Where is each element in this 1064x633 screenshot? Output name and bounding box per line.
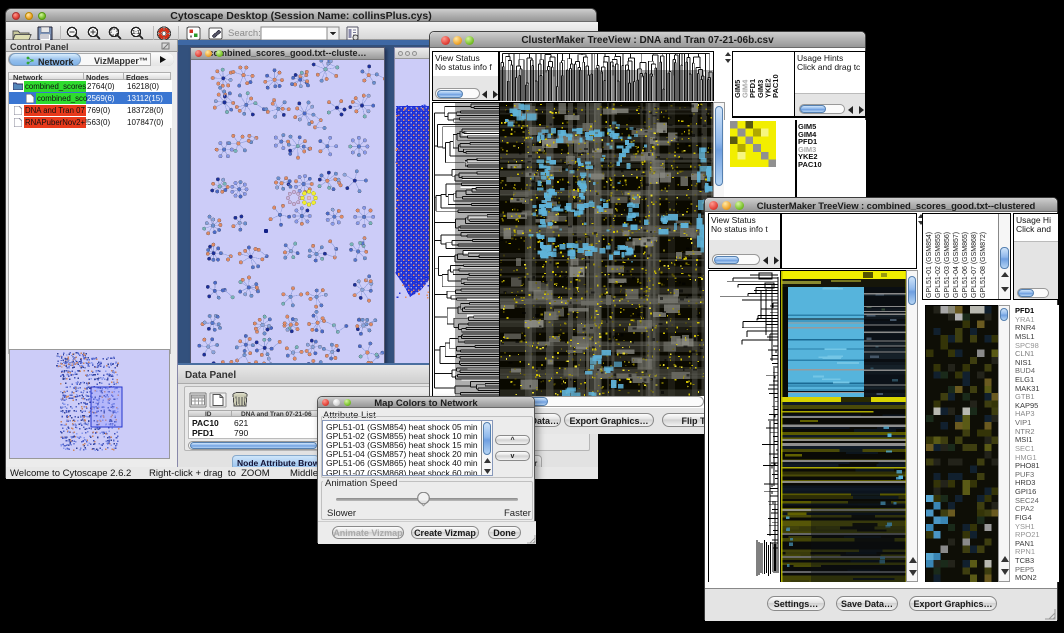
svg-text:GPL51-02 (GSM855): GPL51-02 (GSM855) xyxy=(935,232,942,298)
svg-text:GPL51-04 (GSM857): GPL51-04 (GSM857) xyxy=(953,232,960,298)
svg-text:GPL51-01 (GSM854): GPL51-01 (GSM854) xyxy=(926,232,933,298)
svg-text:GPL51-07 (GSM868): GPL51-07 (GSM868) xyxy=(971,232,978,298)
svg-text:GPL51-06 (GSM865): GPL51-06 (GSM865) xyxy=(962,232,969,298)
svg-text:Search:: Search: xyxy=(228,28,261,39)
svg-text:GPL51-03 (GSM856): GPL51-03 (GSM856) xyxy=(944,232,951,298)
svg-text:GPL51-08 (GSM872): GPL51-08 (GSM872) xyxy=(980,232,987,298)
svg-text:PAC10: PAC10 xyxy=(771,74,780,98)
svg-text:1:1: 1:1 xyxy=(132,30,139,36)
